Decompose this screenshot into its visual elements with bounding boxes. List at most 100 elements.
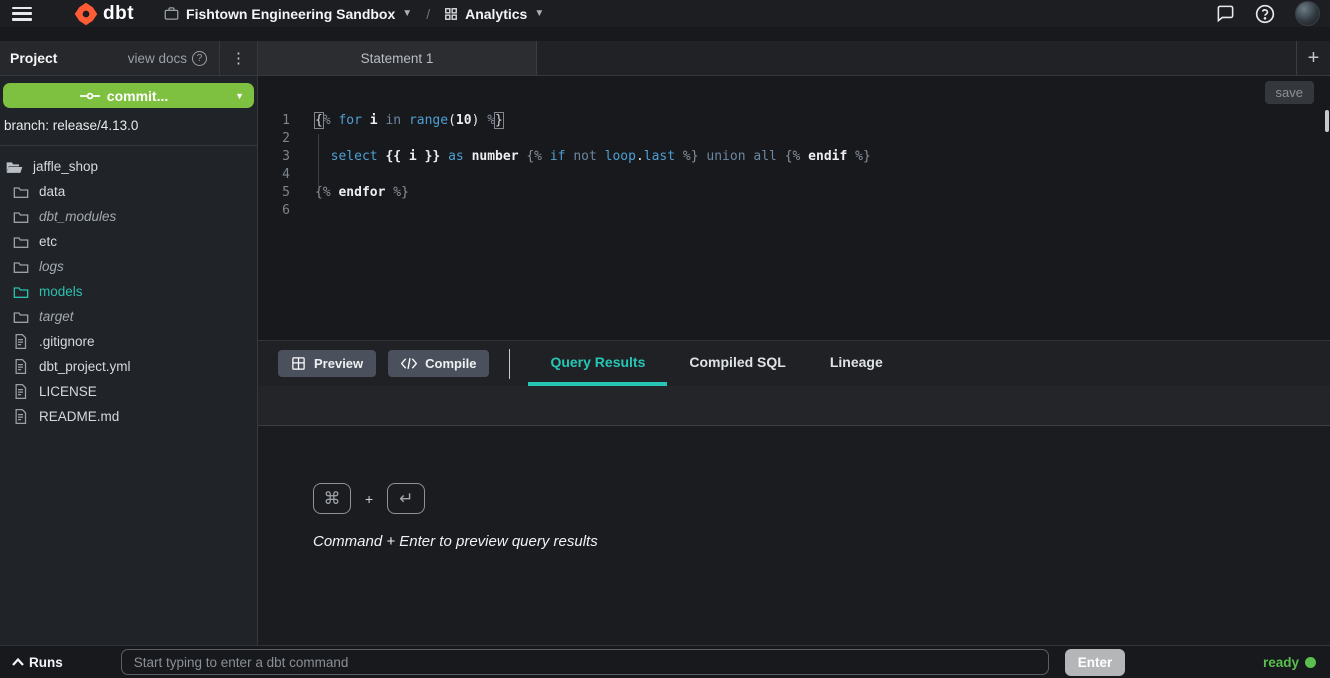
kebab-icon: ⋮ bbox=[231, 49, 246, 67]
folder-icon bbox=[12, 310, 29, 324]
file-icon bbox=[12, 384, 29, 399]
toolbar-divider bbox=[509, 349, 510, 379]
git-commit-icon bbox=[80, 90, 100, 102]
file-icon bbox=[12, 334, 29, 349]
view-docs-link[interactable]: view docs ? bbox=[128, 51, 219, 66]
editor-pane: Statement 1 + save 123456 {% for i in ra… bbox=[258, 41, 1330, 645]
shortcut-hint-keys: ⌘ + ↵ bbox=[313, 483, 1330, 514]
folder-icon bbox=[12, 260, 29, 274]
account-name: Fishtown Engineering Sandbox bbox=[186, 6, 395, 22]
chat-icon[interactable] bbox=[1216, 4, 1235, 23]
sidebar: Project view docs ? ⋮ commit... ▼ branch… bbox=[0, 41, 258, 645]
tree-item-label: data bbox=[39, 184, 65, 199]
branch-label: branch: release/4.13.0 bbox=[0, 108, 257, 146]
tree-item-etc[interactable]: etc bbox=[0, 229, 257, 254]
save-button[interactable]: save bbox=[1265, 81, 1314, 104]
project-selector[interactable]: Analytics ▼ bbox=[444, 6, 544, 22]
command-key-icon: ⌘ bbox=[313, 483, 351, 514]
line-number: 5 bbox=[258, 184, 290, 202]
tree-item-label: LICENSE bbox=[39, 384, 97, 399]
folder-icon bbox=[12, 185, 29, 199]
code-line bbox=[315, 166, 1330, 184]
dbt-logo-text: dbt bbox=[103, 3, 134, 25]
topbar-gap bbox=[0, 27, 1330, 41]
top-bar: dbt Fishtown Engineering Sandbox ▼ / Ana… bbox=[0, 0, 1330, 27]
compile-button[interactable]: Compile bbox=[388, 350, 489, 377]
tree-item-models[interactable]: models bbox=[0, 279, 257, 304]
folder-open-icon bbox=[6, 160, 23, 174]
code-line: {% for i in range(10) %} bbox=[315, 112, 1330, 130]
tree-item-jaffle-shop[interactable]: jaffle_shop bbox=[0, 154, 257, 179]
tab-compiled-sql[interactable]: Compiled SQL bbox=[667, 341, 807, 386]
commit-chevron-icon: ▼ bbox=[235, 91, 244, 101]
tree-item-label: logs bbox=[39, 259, 64, 274]
tab-lineage[interactable]: Lineage bbox=[808, 341, 905, 386]
code-area[interactable]: 123456 {% for i in range(10) %} select {… bbox=[258, 108, 1330, 340]
preview-button[interactable]: Preview bbox=[278, 350, 376, 377]
project-name: Analytics bbox=[465, 6, 527, 22]
results-header-strip bbox=[258, 386, 1330, 426]
line-numbers: 123456 bbox=[258, 112, 300, 340]
tree-item-logs[interactable]: logs bbox=[0, 254, 257, 279]
editor-actions: save bbox=[258, 76, 1330, 108]
plus-separator: + bbox=[365, 491, 373, 507]
breadcrumb: Fishtown Engineering Sandbox ▼ / Analyti… bbox=[164, 6, 544, 22]
runs-toggle[interactable]: Runs bbox=[12, 655, 63, 670]
status-dot-icon bbox=[1305, 657, 1316, 668]
tree-item-label: .gitignore bbox=[39, 334, 95, 349]
file-icon bbox=[12, 359, 29, 374]
folder-icon bbox=[12, 210, 29, 224]
line-number: 4 bbox=[258, 166, 290, 184]
tree-item-dbt-modules[interactable]: dbt_modules bbox=[0, 204, 257, 229]
tab-statement-1[interactable]: Statement 1 bbox=[258, 41, 537, 75]
folder-icon bbox=[12, 285, 29, 299]
chevron-up-icon bbox=[12, 658, 24, 666]
tree-item-license[interactable]: LICENSE bbox=[0, 379, 257, 404]
user-avatar[interactable] bbox=[1295, 1, 1320, 26]
tree-item-label: jaffle_shop bbox=[33, 159, 98, 174]
status-indicator: ready bbox=[1263, 655, 1316, 670]
tree-item-target[interactable]: target bbox=[0, 304, 257, 329]
code-icon bbox=[401, 357, 417, 370]
commit-button[interactable]: commit... ▼ bbox=[3, 83, 254, 108]
results-toolbar: Preview Compile Query ResultsCompiled SQ… bbox=[258, 341, 1330, 386]
question-circle-icon: ? bbox=[192, 51, 207, 66]
code-lines: {% for i in range(10) %} select {{ i }} … bbox=[300, 112, 1330, 340]
results-panel: ⌘ + ↵ Command + Enter to preview query r… bbox=[258, 426, 1330, 645]
enter-button[interactable]: Enter bbox=[1065, 649, 1126, 676]
preview-label: Preview bbox=[314, 356, 363, 371]
dbt-cloud-ide: dbt Fishtown Engineering Sandbox ▼ / Ana… bbox=[0, 0, 1330, 678]
hamburger-menu-icon[interactable] bbox=[12, 7, 32, 21]
code-line bbox=[315, 202, 1330, 220]
grid-icon bbox=[444, 7, 458, 21]
table-icon bbox=[291, 356, 306, 371]
tree-item--gitignore[interactable]: .gitignore bbox=[0, 329, 257, 354]
help-icon[interactable] bbox=[1255, 4, 1275, 24]
dbt-logo: dbt bbox=[74, 2, 134, 26]
dbt-command-input[interactable] bbox=[121, 649, 1049, 675]
new-tab-button[interactable]: + bbox=[1296, 41, 1330, 75]
chevron-down-icon: ▼ bbox=[534, 8, 544, 19]
code-line: select {{ i }} as number {% if not loop.… bbox=[315, 148, 1330, 166]
compile-label: Compile bbox=[425, 356, 476, 371]
line-number: 3 bbox=[258, 148, 290, 166]
tree-item-dbt-project-yml[interactable]: dbt_project.yml bbox=[0, 354, 257, 379]
tree-item-label: target bbox=[39, 309, 74, 324]
code-editor[interactable]: save 123456 {% for i in range(10) %} sel… bbox=[258, 76, 1330, 341]
tree-item-readme-md[interactable]: README.md bbox=[0, 404, 257, 429]
tab-query-results[interactable]: Query Results bbox=[528, 341, 667, 386]
sidebar-header: Project view docs ? ⋮ bbox=[0, 41, 257, 76]
tree-item-data[interactable]: data bbox=[0, 179, 257, 204]
code-line: {% endfor %} bbox=[315, 184, 1330, 202]
editor-scrollbar[interactable] bbox=[1325, 110, 1329, 132]
tree-item-label: README.md bbox=[39, 409, 119, 424]
sidebar-menu-button[interactable]: ⋮ bbox=[219, 41, 257, 75]
status-label: ready bbox=[1263, 655, 1299, 670]
line-number: 6 bbox=[258, 202, 290, 220]
editor-tab-bar: Statement 1 + bbox=[258, 41, 1330, 76]
account-selector[interactable]: Fishtown Engineering Sandbox ▼ bbox=[164, 6, 412, 22]
runs-label: Runs bbox=[29, 655, 63, 670]
file-icon bbox=[12, 409, 29, 424]
folder-icon bbox=[12, 235, 29, 249]
line-number: 1 bbox=[258, 112, 290, 130]
